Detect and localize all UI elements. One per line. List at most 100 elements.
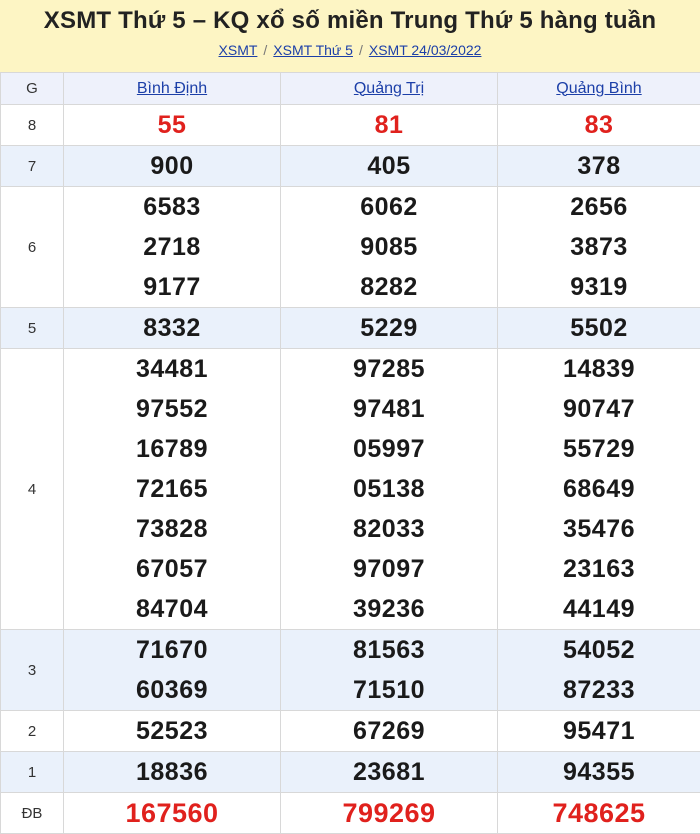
- result-cell-quang-tri: 799269: [281, 793, 498, 834]
- result-cell-binh-dinh: 18836: [64, 752, 281, 793]
- result-cell-quang-binh: 265638739319: [498, 187, 700, 308]
- result-cell-quang-tri: 23681: [281, 752, 498, 793]
- result-number: 14839: [498, 349, 700, 389]
- prize-label: 3: [1, 630, 64, 711]
- result-cell-quang-binh: 378: [498, 146, 700, 187]
- result-number: 9177: [64, 267, 280, 307]
- result-number: 8282: [281, 267, 497, 307]
- result-cell-binh-dinh: 34481975521678972165738286705784704: [64, 349, 281, 630]
- breadcrumb-separator: /: [359, 42, 363, 58]
- result-number: 34481: [64, 349, 280, 389]
- result-number: 6583: [64, 187, 280, 227]
- prize-label: ĐB: [1, 793, 64, 834]
- result-cell-quang-tri: 67269: [281, 711, 498, 752]
- result-cell-binh-dinh: 167560: [64, 793, 281, 834]
- result-cell-binh-dinh: 52523: [64, 711, 281, 752]
- result-number: 5229: [281, 308, 497, 348]
- result-number: 90747: [498, 389, 700, 429]
- page-title: XSMT Thứ 5 – KQ xổ số miền Trung Thứ 5 h…: [0, 6, 700, 36]
- result-number: 16789: [64, 429, 280, 469]
- prize-row: 6658327189177606290858282265638739319: [1, 187, 700, 308]
- breadcrumb-date[interactable]: XSMT 24/03/2022: [369, 42, 482, 58]
- prize-label: 6: [1, 187, 64, 308]
- page-header: XSMT Thứ 5 – KQ xổ số miền Trung Thứ 5 h…: [0, 0, 700, 72]
- result-number: 9085: [281, 227, 497, 267]
- result-number: 87233: [498, 670, 700, 710]
- result-number: 167560: [64, 793, 280, 833]
- result-number: 6062: [281, 187, 497, 227]
- province-link-quang-tri[interactable]: Quảng Trị: [354, 80, 424, 97]
- result-cell-binh-dinh: 7167060369: [64, 630, 281, 711]
- result-number: 60369: [64, 670, 280, 710]
- result-number: 23681: [281, 752, 497, 792]
- result-number: 95471: [498, 711, 700, 751]
- result-number: 405: [281, 146, 497, 186]
- result-cell-quang-binh: 748625: [498, 793, 700, 834]
- result-number: 05997: [281, 429, 497, 469]
- prize-row: ĐB167560799269748625: [1, 793, 700, 834]
- result-number: 83: [498, 105, 700, 145]
- result-number: 68649: [498, 469, 700, 509]
- result-number: 8332: [64, 308, 280, 348]
- result-number: 81563: [281, 630, 497, 670]
- result-number: 72165: [64, 469, 280, 509]
- result-number: 54052: [498, 630, 700, 670]
- prize-label: 4: [1, 349, 64, 630]
- result-number: 3873: [498, 227, 700, 267]
- result-number: 05138: [281, 469, 497, 509]
- result-number: 73828: [64, 509, 280, 549]
- province-link-quang-binh[interactable]: Quảng Bình: [556, 80, 641, 97]
- result-number: 23163: [498, 549, 700, 589]
- result-number: 2656: [498, 187, 700, 227]
- province-header-quang-tri: Quảng Trị: [281, 73, 498, 105]
- result-number: 84704: [64, 589, 280, 629]
- prize-column-header: G: [1, 73, 64, 105]
- result-cell-quang-binh: 5502: [498, 308, 700, 349]
- result-number: 71510: [281, 670, 497, 710]
- result-number: 378: [498, 146, 700, 186]
- result-number: 39236: [281, 589, 497, 629]
- result-number: 71670: [64, 630, 280, 670]
- breadcrumb-xsmt-thu5[interactable]: XSMT Thứ 5: [273, 42, 353, 58]
- prize-row: 4344819755216789721657382867057847049728…: [1, 349, 700, 630]
- result-cell-quang-tri: 81: [281, 105, 498, 146]
- result-number: 5502: [498, 308, 700, 348]
- prize-row: 7900405378: [1, 146, 700, 187]
- result-cell-quang-binh: 5405287233: [498, 630, 700, 711]
- result-number: 9319: [498, 267, 700, 307]
- result-number: 35476: [498, 509, 700, 549]
- prize-row: 8558183: [1, 105, 700, 146]
- result-cell-quang-tri: 5229: [281, 308, 498, 349]
- results-table: G Bình Định Quảng Trị Quảng Bình 8558183…: [0, 72, 700, 834]
- result-number: 81: [281, 105, 497, 145]
- province-link-binh-dinh[interactable]: Bình Định: [137, 80, 207, 97]
- result-number: 2718: [64, 227, 280, 267]
- province-header-binh-dinh: Bình Định: [64, 73, 281, 105]
- result-cell-binh-dinh: 658327189177: [64, 187, 281, 308]
- prize-label: 2: [1, 711, 64, 752]
- result-number: 900: [64, 146, 280, 186]
- result-cell-quang-binh: 95471: [498, 711, 700, 752]
- result-number: 55: [64, 105, 280, 145]
- result-number: 67269: [281, 711, 497, 751]
- result-number: 55729: [498, 429, 700, 469]
- breadcrumb-xsmt[interactable]: XSMT: [219, 42, 258, 58]
- result-number: 94355: [498, 752, 700, 792]
- result-cell-quang-tri: 97285974810599705138820339709739236: [281, 349, 498, 630]
- result-cell-quang-binh: 14839907475572968649354762316344149: [498, 349, 700, 630]
- prize-row: 2525236726995471: [1, 711, 700, 752]
- result-cell-quang-tri: 606290858282: [281, 187, 498, 308]
- result-number: 97552: [64, 389, 280, 429]
- result-cell-quang-binh: 83: [498, 105, 700, 146]
- result-number: 52523: [64, 711, 280, 751]
- result-number: 748625: [498, 793, 700, 833]
- result-cell-quang-tri: 8156371510: [281, 630, 498, 711]
- result-cell-quang-tri: 405: [281, 146, 498, 187]
- prize-label: 7: [1, 146, 64, 187]
- result-cell-binh-dinh: 900: [64, 146, 281, 187]
- result-number: 97481: [281, 389, 497, 429]
- result-number: 67057: [64, 549, 280, 589]
- result-cell-binh-dinh: 55: [64, 105, 281, 146]
- province-header-quang-binh: Quảng Bình: [498, 73, 700, 105]
- prize-label: 8: [1, 105, 64, 146]
